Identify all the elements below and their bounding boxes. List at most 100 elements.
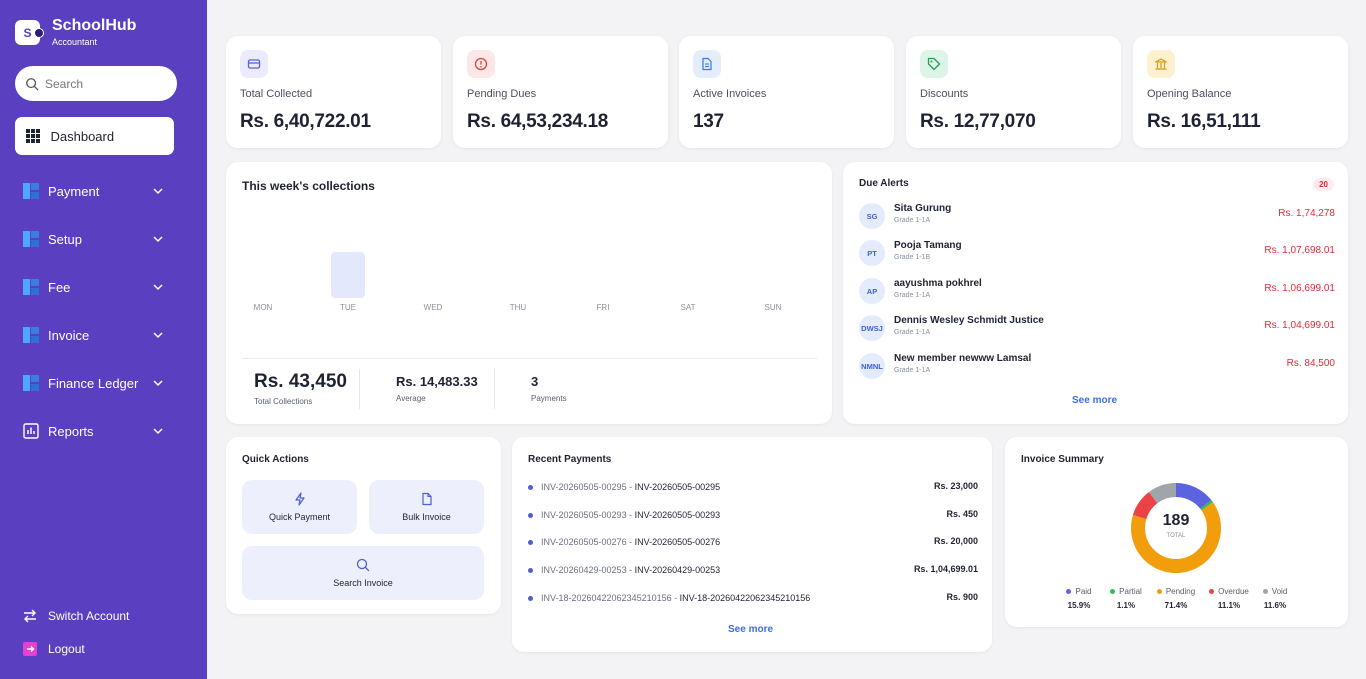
search-invoice-button[interactable]: Search Invoice — [242, 546, 484, 600]
search-box[interactable] — [15, 66, 177, 101]
chevron-down-icon — [153, 188, 163, 195]
due-amount: Rs. 1,07,698.01 — [1264, 245, 1335, 256]
stat-label: Pending Dues — [467, 88, 537, 100]
search-invoice-label: Search Invoice — [333, 578, 393, 588]
recent-payments-see-more-link[interactable]: See more — [728, 624, 773, 635]
stat-card-pending-dues: Pending Dues Rs. 64,53,234.18 — [453, 36, 668, 148]
sidebar-item-setup[interactable]: Setup — [23, 229, 163, 249]
chart-x-tick-label: THU — [509, 303, 527, 312]
logout-icon — [23, 642, 37, 656]
payments-count-value: 3 — [531, 374, 539, 389]
due-alert-row[interactable]: PT Pooja Tamang Grade 1-1B Rs. 1,07,698.… — [859, 240, 1335, 270]
payment-invoice: INV-20260429-00253 — [634, 565, 721, 575]
payment-invoice: INV-18-20260422062345210156 — [679, 593, 811, 603]
payment-amount: Rs. 450 — [946, 509, 978, 519]
logo-icon: S — [15, 20, 44, 45]
legend-item-paid: Paid 15.9% — [1054, 587, 1104, 610]
due-amount: Rs. 1,74,278 — [1278, 208, 1335, 219]
sidebar-item-dashboard[interactable]: Dashboard — [15, 117, 174, 155]
legend-label: Overdue — [1218, 587, 1249, 596]
quick-actions-card: Quick Actions Quick Payment Bulk Invoice… — [226, 437, 501, 614]
payment-row[interactable]: INV-18-20260422062345210156 - INV-18-202… — [528, 592, 978, 606]
stat-card-total-collected: Total Collected Rs. 6,40,722.01 — [226, 36, 441, 148]
avatar: AP — [859, 278, 885, 304]
sidebar-item-invoice[interactable]: Invoice — [23, 325, 163, 345]
divider — [359, 369, 360, 409]
sidebar-item-payment[interactable]: Payment — [23, 181, 163, 201]
tiles-icon — [23, 375, 39, 391]
logout-link[interactable]: Logout — [22, 641, 85, 657]
donut-total-label: TOTAL — [1166, 533, 1186, 539]
weekly-title: This week's collections — [242, 179, 375, 193]
payment-row[interactable]: INV-20260505-00293 - INV-20260505-00293 … — [528, 509, 978, 523]
payment-reference: INV-18-20260422062345210156 - INV-18-202… — [541, 593, 811, 603]
payment-reference: INV-20260505-00293 - INV-20260505-00293 — [541, 510, 721, 520]
student-grade: Grade 1-1A — [894, 292, 931, 299]
switch-account-link[interactable]: Switch Account — [22, 608, 129, 624]
sidebar: S SchoolHub Accountant Dashboard Payment… — [0, 0, 207, 679]
payment-row[interactable]: INV-20260505-00295 - INV-20260505-00295 … — [528, 481, 978, 495]
chart-x-tick-label: MON — [253, 303, 273, 312]
tiles-icon — [23, 327, 39, 343]
avatar: SG — [859, 203, 885, 229]
legend-item-pending: Pending 71.4% — [1151, 587, 1201, 610]
payment-row[interactable]: INV-20260429-00253 - INV-20260429-00253 … — [528, 564, 978, 578]
stat-value: Rs. 12,77,070 — [920, 111, 1036, 132]
legend-item-overdue: Overdue 11.1% — [1204, 587, 1254, 610]
sidebar-item-label: Dashboard — [50, 128, 115, 144]
sidebar-item-reports[interactable]: Reports — [23, 421, 163, 441]
stat-label: Discounts — [920, 88, 969, 100]
payments-count-label: Payments — [531, 394, 567, 403]
brand[interactable]: S SchoolHub Accountant — [15, 18, 136, 47]
chevron-down-icon — [153, 380, 163, 387]
brand-name: SchoolHub — [52, 17, 137, 34]
switch-icon — [24, 609, 36, 623]
legend-label: Pending — [1165, 587, 1196, 596]
donut-total: 189 — [1162, 512, 1190, 529]
divider — [494, 369, 495, 409]
stat-value: Rs. 16,51,111 — [1147, 111, 1261, 132]
payment-ref: INV-20260429-00253 — [541, 565, 627, 575]
weekly-collections-card: This week's collections MON TUE WED THU FRI S… — [226, 162, 832, 424]
legend-label: Paid — [1075, 587, 1092, 596]
payment-reference: INV-20260505-00295 - INV-20260505-00295 — [541, 482, 721, 492]
legend-dot — [1262, 589, 1268, 594]
payment-row[interactable]: INV-20260505-00276 - INV-20260505-00276 … — [528, 536, 978, 550]
average-label: Average — [396, 394, 426, 403]
quick-payment-button[interactable]: Quick Payment — [242, 480, 357, 534]
chart-x-tick-label: FRI — [596, 303, 610, 312]
tiles-icon — [23, 279, 39, 295]
due-alert-row[interactable]: AP aayushma pokhrel Grade 1-1A Rs. 1,06,… — [859, 278, 1335, 308]
sidebar-item-finance-ledger[interactable]: Finance Ledger — [23, 373, 163, 393]
search-icon — [26, 77, 39, 90]
due-alert-row[interactable]: SG Sita Gurung Grade 1-1A Rs. 1,74,278 — [859, 203, 1335, 233]
avatar: PT — [859, 240, 885, 266]
chart-x-tick-label: SUN — [764, 303, 782, 312]
sidebar-item-label: Reports — [48, 423, 94, 439]
payment-ref: INV-20260505-00293 — [541, 510, 627, 520]
card-icon — [240, 50, 268, 78]
bulk-invoice-button[interactable]: Bulk Invoice — [369, 480, 484, 534]
search-input[interactable] — [45, 76, 155, 91]
total-collections-label: Total Collections — [254, 397, 313, 406]
chevron-down-icon — [153, 236, 163, 243]
legend-percent: 71.4% — [1164, 601, 1188, 610]
chart-x-tick-label: SAT — [680, 303, 696, 312]
tag-icon — [920, 50, 948, 78]
due-amount: Rs. 84,500 — [1286, 358, 1335, 369]
tiles-icon — [23, 231, 39, 247]
sidebar-item-label: Fee — [48, 279, 71, 295]
stat-card-opening-balance: Opening Balance Rs. 16,51,111 — [1133, 36, 1348, 148]
due-alert-row[interactable]: NMNL New member newww Lamsal Grade 1-1A … — [859, 353, 1335, 383]
due-alerts-see-more-link[interactable]: See more — [1072, 395, 1117, 406]
student-grade: Grade 1-1A — [894, 217, 931, 224]
payment-amount: Rs. 900 — [946, 592, 978, 602]
invoice-summary-card: Invoice Summary 189 TOTAL Paid 15.9% Par… — [1005, 437, 1348, 627]
bulk-invoice-label: Bulk Invoice — [402, 512, 451, 522]
due-alert-row[interactable]: DWSJ Dennis Wesley Schmidt Justice Grade… — [859, 315, 1335, 345]
stat-label: Active Invoices — [693, 88, 767, 100]
legend-percent: 1.1% — [1116, 601, 1136, 610]
divider — [242, 358, 817, 359]
bullet-icon — [528, 485, 533, 490]
sidebar-item-fee[interactable]: Fee — [23, 277, 163, 297]
